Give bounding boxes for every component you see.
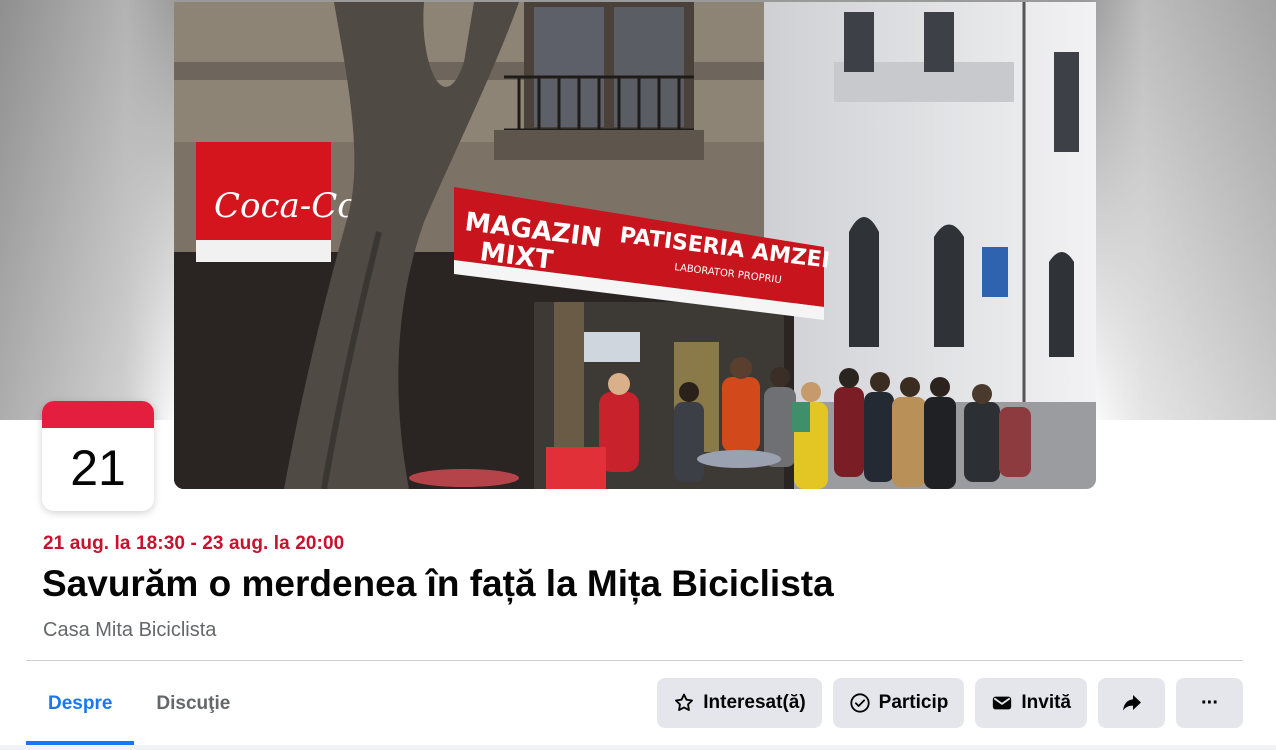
event-title: Savurăm o merdenea în față la Mița Bicic… — [42, 563, 834, 604]
tab-discussion-label: Discuţie — [156, 692, 231, 714]
going-button[interactable]: Particip — [832, 678, 965, 728]
tab-about[interactable]: Despre — [26, 662, 135, 745]
event-day-number: 21 — [70, 440, 126, 496]
invite-label: Invită — [1021, 692, 1071, 713]
star-icon — [673, 692, 695, 714]
cover-photo[interactable]: Coca-Cola MAGAZIN MIXT PATISERIA AMZEI L… — [174, 2, 1096, 489]
invite-button[interactable]: Invită — [975, 678, 1087, 728]
interested-button[interactable]: Interesat(ă) — [657, 678, 822, 728]
event-host-link[interactable]: Casa Mita Biciclista — [43, 619, 216, 642]
check-circle-icon — [849, 692, 871, 714]
more-options-button[interactable]: ··· — [1176, 678, 1243, 728]
envelope-icon — [991, 692, 1013, 714]
ellipsis-icon: ··· — [1201, 691, 1219, 714]
tab-discussion[interactable]: Discuţie — [134, 662, 252, 745]
event-datetime: 21 aug. la 18:30 - 23 aug. la 20:00 — [43, 533, 345, 554]
going-label: Particip — [878, 692, 949, 713]
page-bottom-edge — [0, 745, 1276, 750]
event-actions: Interesat(ă) Particip Invită ··· — [657, 678, 1243, 728]
tab-about-label: Despre — [48, 692, 113, 714]
divider — [26, 660, 1243, 661]
event-date-badge: 21 — [42, 401, 154, 511]
share-arrow-icon — [1120, 691, 1144, 715]
cover-photo-illustration: Coca-Cola MAGAZIN MIXT PATISERIA AMZEI L… — [174, 2, 1096, 489]
interested-label: Interesat(ă) — [703, 692, 806, 713]
event-tabs: Despre Discuţie — [26, 662, 252, 746]
share-button[interactable] — [1098, 678, 1165, 728]
calendar-band — [42, 401, 154, 428]
